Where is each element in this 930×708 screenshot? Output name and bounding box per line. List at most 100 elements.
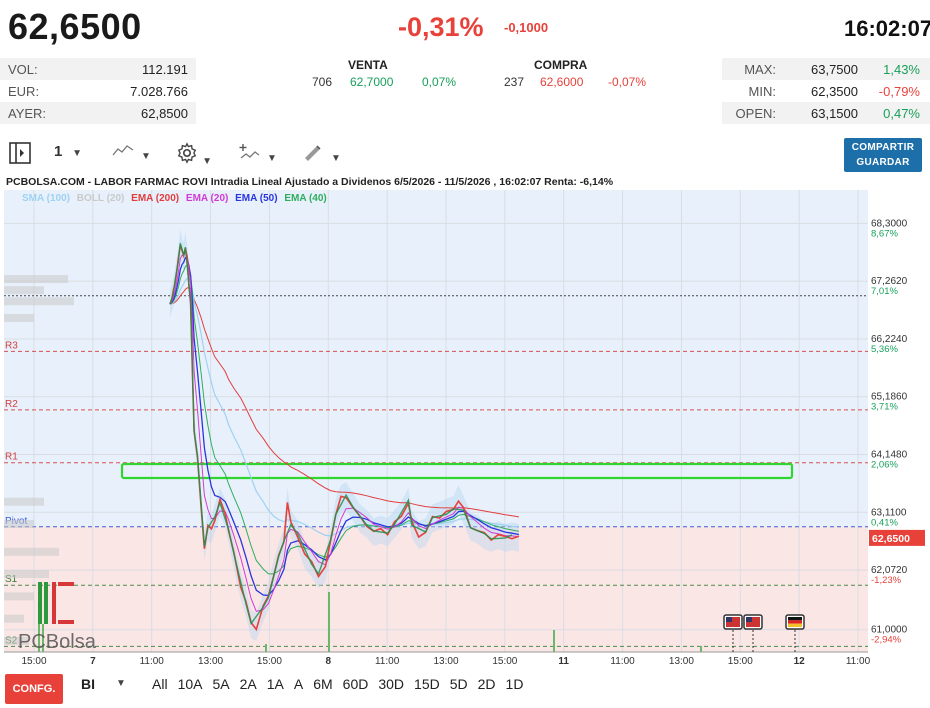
stat-value: 62,8500	[141, 105, 188, 121]
stat-label: OPEN:	[735, 105, 776, 121]
volume-profile-bar	[4, 297, 74, 306]
stat-label: EUR:	[8, 83, 40, 99]
change-absolute: -0,1000	[504, 20, 549, 35]
y-tick-pct: 7,01%	[871, 286, 898, 297]
period-a[interactable]: A	[294, 676, 303, 692]
x-tick-label: 11:00	[375, 656, 400, 667]
sidebar-toggle-icon[interactable]	[8, 141, 32, 169]
legend-ema50: EMA (50)	[235, 193, 278, 204]
pivot-label-r3: R3	[5, 340, 18, 351]
de-flag-black	[788, 617, 802, 621]
period-30d[interactable]: 30D	[378, 676, 404, 692]
chart-type-selector[interactable]: ▼	[112, 143, 151, 163]
volume-profile-bar	[4, 570, 49, 579]
stat-row-volume: VOL: 112.191	[0, 58, 196, 80]
chevron-down-icon: ▼	[138, 151, 151, 162]
order-book-buy: COMPRA 237 62,6000 -0,07%	[504, 58, 646, 89]
stat-pct: 0,47%	[883, 105, 920, 121]
period-1d[interactable]: 1D	[506, 676, 524, 692]
period-60d[interactable]: 60D	[343, 676, 369, 692]
settings-selector[interactable]: ▼	[176, 142, 212, 168]
y-tick-pct: -2,94%	[871, 635, 902, 646]
x-tick-label: 15:00	[728, 656, 753, 667]
stat-row-eur: EUR: 7.028.766	[0, 80, 196, 102]
x-tick-label: 12	[794, 656, 806, 667]
period-15d[interactable]: 15D	[414, 676, 440, 692]
volume-profile-bar	[4, 592, 34, 601]
buy-price: 62,6000	[540, 75, 584, 89]
x-tick-label: 15:00	[492, 656, 517, 667]
stat-row-open: OPEN: 63,1500 0,47%	[722, 102, 930, 124]
pivot-label-r2: R2	[5, 399, 18, 410]
chevron-down-icon: ▼	[202, 156, 213, 167]
y-tick-pct: 8,67%	[871, 228, 898, 239]
y-tick-pct: 3,71%	[871, 402, 898, 413]
volume-bar	[265, 644, 267, 652]
price-chart[interactable]: PCBOLSA.COM - LABOR FARMAC ROVI Intradia…	[0, 174, 930, 668]
indicator-icon	[239, 144, 260, 159]
legend-sma100: SMA (100)	[22, 193, 70, 204]
interval-selector[interactable]: 1 ▼	[54, 143, 82, 160]
x-tick-label: 15:00	[21, 656, 46, 667]
share-save-button[interactable]: COMPARTIR GUARDAR	[844, 138, 922, 172]
x-tick-label: 15:00	[257, 656, 282, 667]
x-tick-label: 13:00	[198, 656, 223, 667]
x-tick-label: 13:00	[433, 656, 458, 667]
config-button[interactable]: CONFG.	[5, 674, 63, 704]
sell-price: 62,7000	[350, 75, 394, 89]
buy-header: COMPRA	[534, 58, 588, 72]
volume-bar	[328, 592, 330, 652]
chart-canvas[interactable]: R3R2R1PivotS1S268,30008,67%67,26207,01%6…	[0, 174, 930, 668]
legend-ema200: EMA (200)	[131, 193, 180, 204]
indicator-legend: SMA (100) BOLL (20) EMA (200) EMA (20) E…	[22, 193, 331, 204]
stat-value: 63,1500	[811, 105, 858, 121]
us-flag-canton	[746, 617, 752, 622]
stat-value: 7.028.766	[130, 83, 188, 99]
period-selector: All 10A 5A 2A 1A A 6M 60D 30D 15D 5D 2D …	[152, 676, 533, 692]
period-6m[interactable]: 6M	[313, 676, 332, 692]
logo-bar	[44, 582, 48, 624]
chart-bg-above	[4, 190, 868, 527]
period-5a[interactable]: 5A	[212, 676, 229, 692]
x-tick-label: 13:00	[669, 656, 694, 667]
stat-value: 62,3500	[811, 83, 858, 99]
volume-bar	[553, 630, 555, 652]
period-2d[interactable]: 2D	[478, 676, 496, 692]
period-2a[interactable]: 2A	[240, 676, 257, 692]
chevron-down-icon: ▼	[264, 153, 277, 164]
pivot-label-r1: R1	[5, 452, 18, 463]
period-5d[interactable]: 5D	[450, 676, 468, 692]
stat-label: AYER:	[8, 105, 47, 121]
sell-pct: 0,07%	[422, 75, 457, 89]
period-1a[interactable]: 1A	[267, 676, 284, 692]
pcbolsa-watermark: PCBolsa	[18, 631, 97, 653]
current-price-text: 62,6500	[872, 533, 910, 545]
bi-selector[interactable]: BI	[81, 676, 95, 692]
stats-right-panel: MAX: 63,7500 1,43% MIN: 62,3500 -0,79% O…	[722, 58, 930, 124]
period-all[interactable]: All	[152, 676, 168, 692]
stat-label: MIN:	[748, 83, 776, 99]
gear-icon	[177, 142, 197, 164]
x-tick-label: 11:00	[610, 656, 635, 667]
volume-profile-bar	[4, 614, 24, 623]
legend-ema20: EMA (20)	[185, 193, 229, 204]
last-price: 62,6500	[8, 6, 142, 47]
logo-bar	[38, 582, 42, 624]
indicators-selector[interactable]: ▼	[238, 143, 277, 165]
volume-profile-bar	[4, 286, 44, 295]
period-10a[interactable]: 10A	[178, 676, 203, 692]
legend-boll20: BOLL (20)	[76, 193, 125, 204]
order-book-sell: VENTA 706 62,7000 0,07%	[312, 58, 456, 89]
drawing-tools-selector[interactable]: ▼	[302, 143, 341, 165]
stat-row-max: MAX: 63,7500 1,43%	[722, 58, 930, 80]
logo-bar	[52, 582, 56, 624]
stat-row-min: MIN: 62,3500 -0,79%	[722, 80, 930, 102]
chevron-down-icon[interactable]: ▼	[116, 678, 126, 689]
save-label: GUARDAR	[856, 157, 910, 168]
chart-title: PCBOLSA.COM - LABOR FARMAC ROVI Intradia…	[6, 176, 614, 188]
volume-profile-bar	[4, 314, 34, 323]
quote-time: 16:02:07	[844, 16, 930, 41]
logo-bar	[58, 582, 74, 586]
bottom-bar: CONFG. BI ▼ All 10A 5A 2A 1A A 6M 60D 30…	[0, 672, 930, 708]
x-tick-label: 8	[326, 656, 332, 667]
